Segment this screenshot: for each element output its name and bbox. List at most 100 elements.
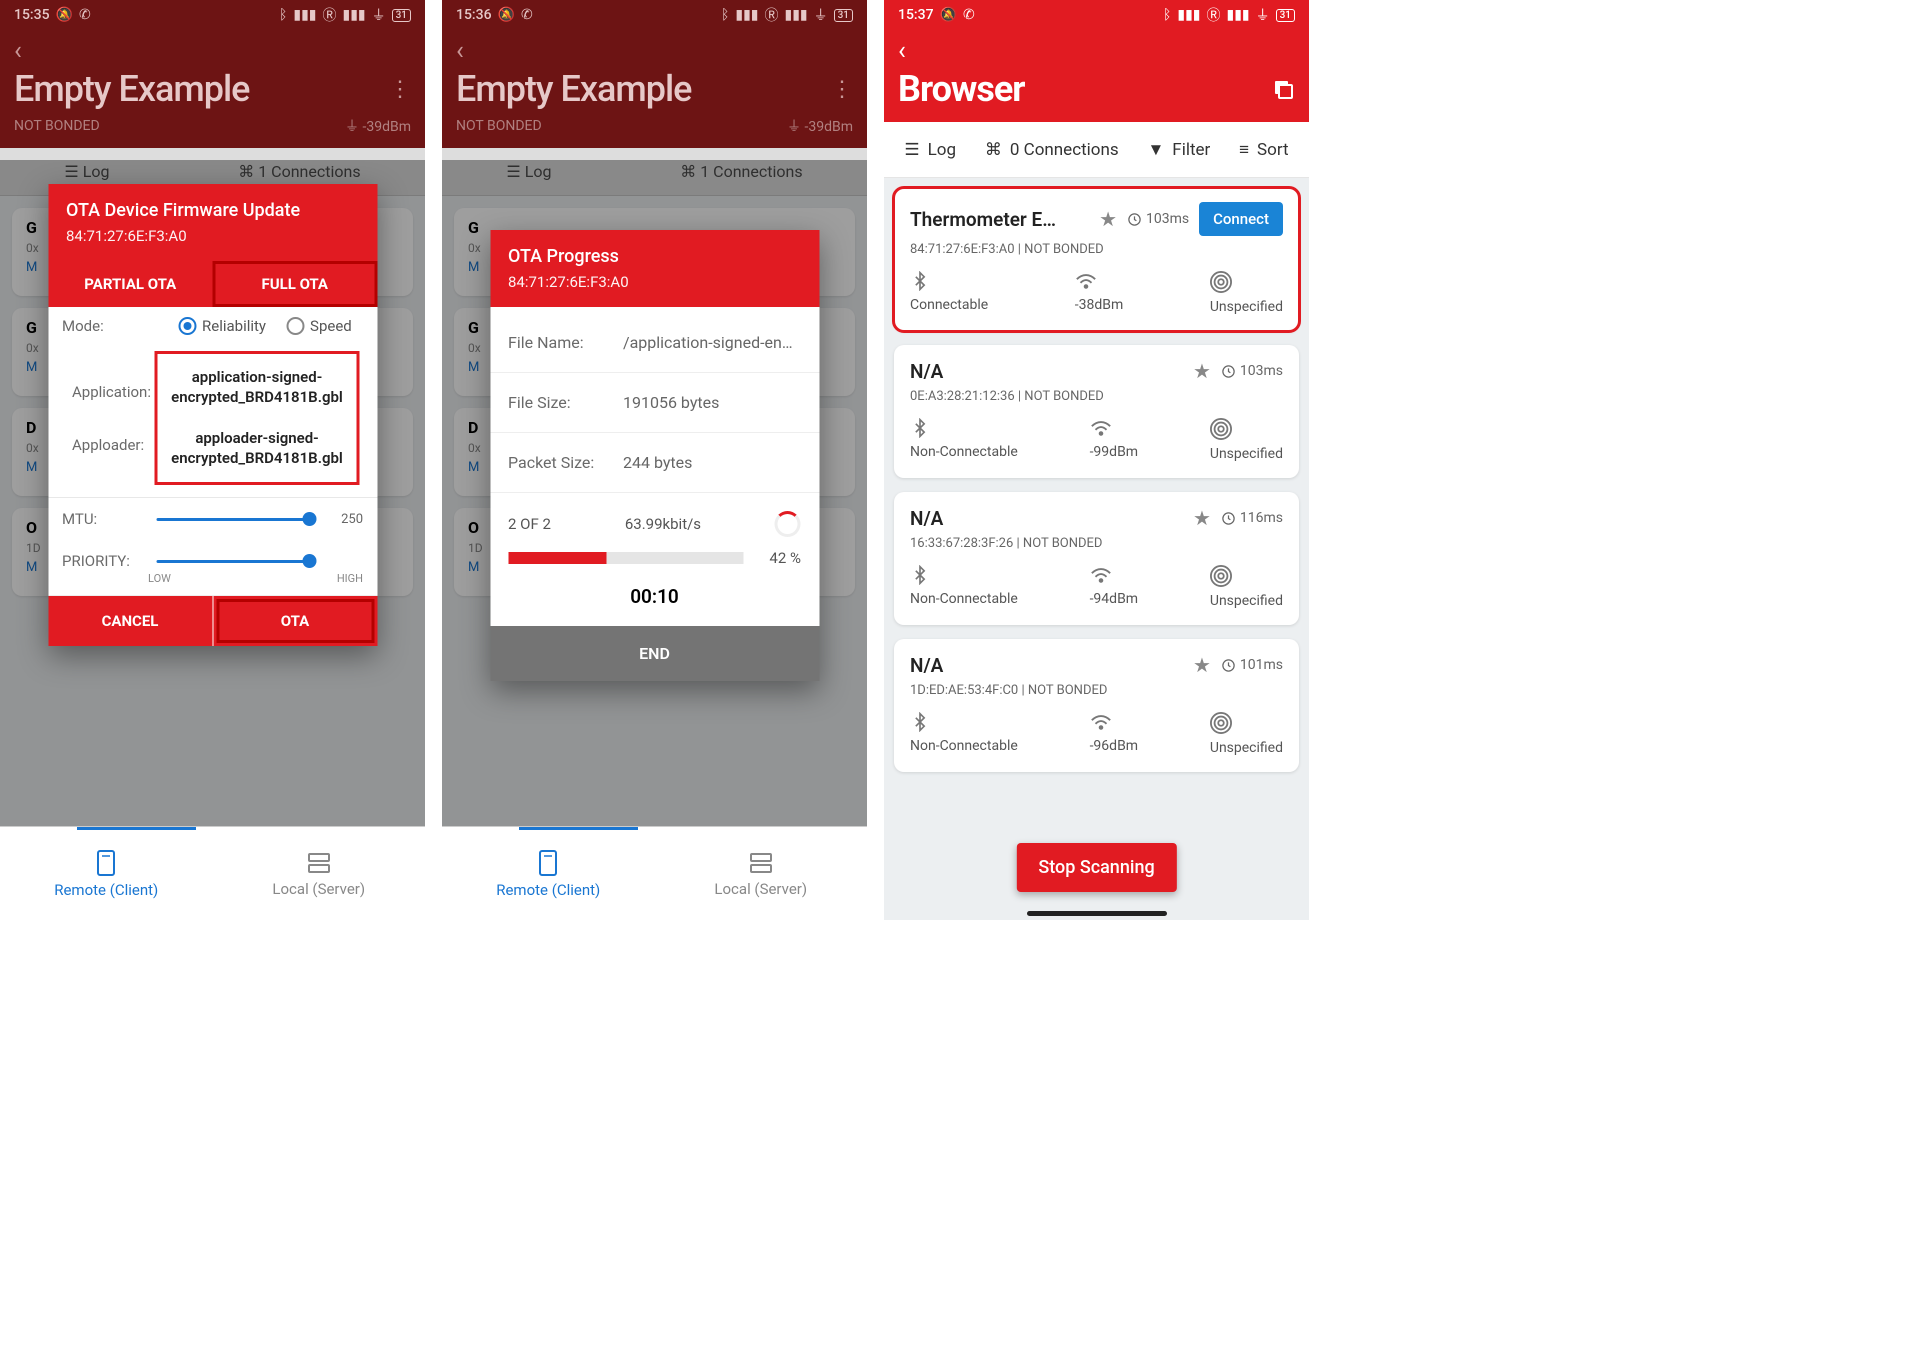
connections-button[interactable]: ⌘0 Connections	[985, 140, 1119, 160]
screen-browser: 15:37 🔕 ✆ ᛒ ▮▮▮ Ⓡ ▮▮▮ ⏚ 31 ‹ Browser ☰Lo…	[884, 0, 1309, 920]
ota-button[interactable]: OTA	[213, 596, 377, 646]
rssi-label: ⏚ -39dBm	[787, 116, 853, 136]
star-icon[interactable]: ★	[1193, 359, 1211, 383]
radio-checked-icon	[178, 317, 196, 335]
stop-scanning-button[interactable]: Stop Scanning	[1016, 843, 1176, 892]
nav-local[interactable]: Local (Server)	[213, 827, 426, 920]
device-card[interactable]: N/A★101ms1D:ED:AE:53:4F:C0 | NOT BONDEDN…	[894, 639, 1299, 772]
bluetooth-icon: ᛒ	[279, 7, 287, 23]
progress-percent: 42 %	[755, 549, 801, 567]
sort-button[interactable]: ≡Sort	[1239, 140, 1288, 160]
progress-bar-row: 42 %	[490, 543, 819, 571]
application-file[interactable]: application-signed-encrypted_BRD4181B.gb…	[166, 368, 348, 407]
connectable-stat: Non-Connectable	[910, 565, 1018, 609]
beacon-stat: Unspecified	[1210, 418, 1283, 462]
signal-icon: ▮▮▮	[1177, 7, 1200, 23]
device-card[interactable]: N/A★103ms0E:A3:28:21:12:36 | NOT BONDEDN…	[894, 345, 1299, 478]
clock-icon	[1221, 364, 1236, 379]
gesture-handle[interactable]	[585, 911, 725, 916]
device-name: Thermometer E…	[910, 208, 1089, 231]
dialog-header: OTA Progress 84:71:27:6E:F3:A0	[490, 230, 819, 307]
dnd-icon: 🔕	[498, 7, 515, 23]
device-name: N/A	[910, 507, 1183, 530]
rssi-stat: -96dBm	[1090, 712, 1139, 756]
radio-reliability[interactable]: Reliability	[178, 317, 266, 335]
end-button[interactable]: END	[490, 626, 819, 681]
spinner-icon	[775, 511, 801, 537]
roaming-icon: Ⓡ	[1207, 5, 1221, 25]
files-highlight-box: Application: Apploader: application-sign…	[58, 349, 367, 487]
filename-value: /application-signed-en…	[623, 333, 793, 352]
star-icon[interactable]: ★	[1099, 207, 1117, 231]
roaming-icon: Ⓡ	[323, 5, 337, 25]
app-header: ‹ Empty Example ⋮ NOT BONDED ⏚ -39dBm	[0, 30, 425, 148]
status-bar: 15:37 🔕 ✆ ᛒ ▮▮▮ Ⓡ ▮▮▮ ⏚ 31	[884, 0, 1309, 30]
bottom-nav: Remote (Client) Local (Server)	[442, 826, 867, 920]
filter-bar: ☰Log ⌘0 Connections ▼Filter ≡Sort	[884, 122, 1309, 178]
radio-unchecked-icon	[286, 317, 304, 335]
list-icon: ☰	[904, 140, 919, 160]
mtu-slider[interactable]	[156, 518, 309, 521]
cancel-button[interactable]: CANCEL	[48, 596, 212, 646]
status-bar: 15:36 🔕 ✆ ᛒ ▮▮▮ Ⓡ ▮▮▮ ⏚ 31	[442, 0, 867, 30]
device-mac: 1D:ED:AE:53:4F:C0 | NOT BONDED	[910, 677, 1283, 698]
wifi-icon	[1090, 712, 1112, 732]
beacon-icon	[1210, 712, 1232, 734]
filter-button[interactable]: ▼Filter	[1147, 140, 1210, 160]
nav-local[interactable]: Local (Server)	[655, 827, 868, 920]
back-button[interactable]: ‹	[898, 38, 906, 64]
bottom-nav: Remote (Client) Local (Server)	[0, 826, 425, 920]
nav-remote[interactable]: Remote (Client)	[442, 827, 655, 920]
filesize-row: File Size:191056 bytes	[490, 373, 819, 433]
connect-button[interactable]: Connect	[1199, 202, 1283, 236]
log-button[interactable]: ☰Log	[904, 140, 956, 160]
priority-slider[interactable]	[156, 560, 309, 563]
mtu-label: MTU:	[62, 510, 142, 528]
device-icon	[95, 849, 117, 877]
star-icon[interactable]: ★	[1193, 506, 1211, 530]
device-name: N/A	[910, 654, 1183, 677]
funnel-icon: ▼	[1147, 140, 1164, 160]
connectable-stat: Non-Connectable	[910, 712, 1018, 756]
progress-bar	[508, 552, 743, 564]
device-card[interactable]: N/A★116ms16:33:67:28:3F:26 | NOT BONDEDN…	[894, 492, 1299, 625]
gesture-handle[interactable]	[1027, 911, 1167, 916]
tab-partial-ota[interactable]: PARTIAL OTA	[48, 261, 213, 307]
menu-button[interactable]: ⋮	[389, 77, 411, 102]
wifi-icon: ⏚	[814, 5, 828, 25]
filesize-value: 191056 bytes	[623, 393, 719, 412]
beacon-icon	[1210, 418, 1232, 440]
dialog-mac: 84:71:27:6E:F3:A0	[508, 267, 801, 291]
device-mac: 0E:A3:28:21:12:36 | NOT BONDED	[910, 383, 1283, 404]
page-title: Browser	[898, 68, 1025, 110]
bluetooth-icon: ᛒ	[721, 7, 729, 23]
cards-icon[interactable]	[1271, 77, 1295, 101]
roaming-icon: Ⓡ	[765, 5, 779, 25]
mode-row: Mode: Reliability Speed	[48, 307, 377, 345]
device-card[interactable]: Thermometer E…★103msConnect84:71:27:6E:F…	[894, 188, 1299, 331]
latency: 103ms	[1127, 211, 1189, 227]
tab-full-ota[interactable]: FULL OTA	[213, 261, 378, 307]
back-button[interactable]: ‹	[456, 38, 464, 64]
radio-speed[interactable]: Speed	[286, 317, 352, 335]
progress-stats: 2 OF 2 63.99kbit/s	[490, 493, 819, 543]
apploader-label: Apploader:	[72, 436, 151, 454]
star-icon[interactable]: ★	[1193, 653, 1211, 677]
dialog-actions: CANCEL OTA	[48, 595, 377, 646]
signal2-icon: ▮▮▮	[1227, 7, 1250, 23]
beacon-icon	[1210, 565, 1232, 587]
dialog-mac: 84:71:27:6E:F3:A0	[66, 221, 359, 245]
latency: 116ms	[1221, 510, 1283, 526]
menu-button[interactable]: ⋮	[831, 77, 853, 102]
bluetooth-icon	[910, 712, 930, 732]
gesture-handle[interactable]	[143, 911, 283, 916]
nav-remote[interactable]: Remote (Client)	[0, 827, 213, 920]
apploader-file[interactable]: apploader-signed-encrypted_BRD4181B.gbl	[166, 429, 348, 468]
server-icon	[748, 850, 774, 876]
clock-icon	[1221, 511, 1236, 526]
device-list[interactable]: Thermometer E…★103msConnect84:71:27:6E:F…	[884, 178, 1309, 782]
bond-status: NOT BONDED	[456, 118, 542, 134]
battery-icon: 31	[834, 9, 853, 22]
rssi-stat: -94dBm	[1090, 565, 1139, 609]
back-button[interactable]: ‹	[14, 38, 22, 64]
